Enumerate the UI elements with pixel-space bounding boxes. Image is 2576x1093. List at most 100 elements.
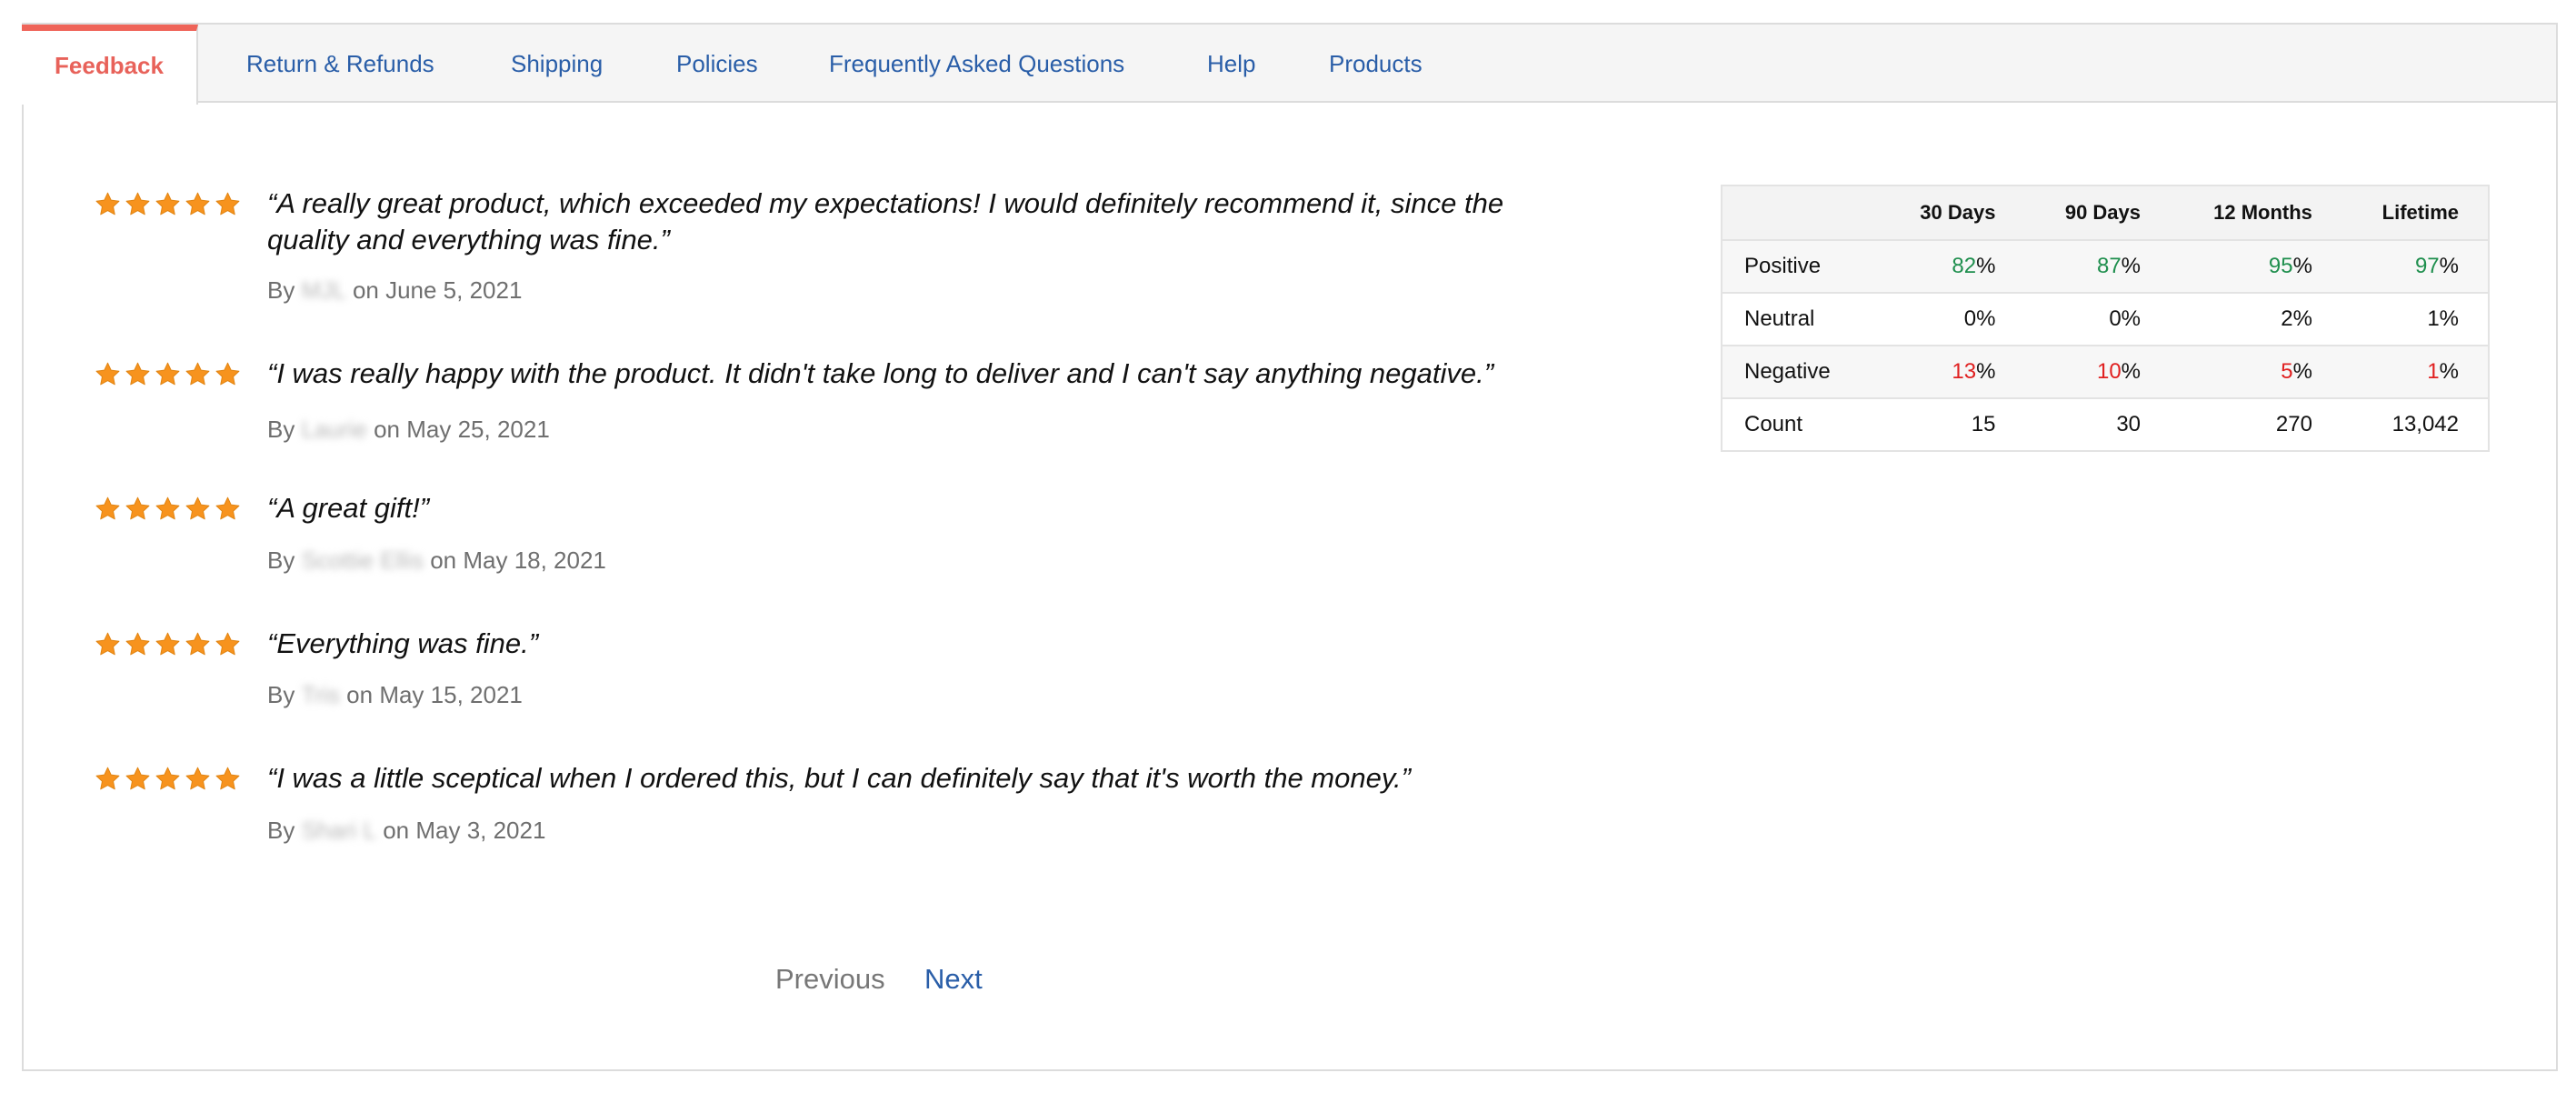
stats-row-negative: Negative 13% 10% 5% 1%: [1722, 346, 2489, 399]
previous-page-button[interactable]: Previous: [775, 961, 885, 998]
by-prefix: By: [267, 276, 295, 304]
stats-cell: 95%: [2170, 240, 2341, 294]
stats-cell: 10%: [2024, 346, 2171, 399]
star-rating: [95, 496, 241, 522]
stats-cell: 2%: [2170, 293, 2341, 346]
review-quote: “I was really happy with the product. It…: [267, 357, 1494, 389]
stats-cell: 97%: [2341, 240, 2489, 294]
star-icon: [215, 632, 240, 656]
review-date: on May 3, 2021: [383, 817, 546, 844]
star-icon: [185, 767, 210, 790]
stats-cell: 87%: [2024, 240, 2171, 294]
stats-header-12-months: 12 Months: [2170, 186, 2341, 241]
tab-feedback[interactable]: Feedback: [22, 25, 198, 105]
star-rating: [95, 191, 241, 217]
stats-header-blank: [1722, 186, 1880, 241]
star-icon: [185, 496, 210, 520]
negative-value: 5: [2281, 359, 2293, 384]
percent-sign: %: [2121, 359, 2142, 384]
by-prefix: By: [267, 416, 295, 443]
by-prefix: By: [267, 546, 295, 574]
author-name-redacted: Shari L: [301, 817, 376, 844]
author-name-redacted: Laurie: [301, 416, 367, 443]
stats-header-row: 30 Days 90 Days 12 Months Lifetime: [1722, 186, 2489, 241]
percent-sign: %: [1976, 254, 1996, 278]
author-name-redacted: Scottie Ellis: [301, 546, 424, 574]
review-quote: “I was a little sceptical when I ordered…: [267, 762, 1411, 794]
feedback-panel: Feedback Return & Refunds Shipping Polic…: [22, 23, 2558, 1071]
percent-sign: %: [2121, 254, 2142, 278]
stats-header-30-days: 30 Days: [1879, 186, 2025, 241]
review-date: on May 25, 2021: [374, 416, 550, 443]
star-icon: [95, 496, 120, 520]
author-name-redacted: Tris: [301, 681, 340, 708]
stats-cell: 0%: [1879, 293, 2025, 346]
review-quote: “Everything was fine.”: [267, 627, 539, 659]
stats-row-positive: Positive 82% 87% 95% 97%: [1722, 240, 2489, 294]
stats-row-count: Count 15 30 270 13,042: [1722, 398, 2489, 452]
tab-bar: Feedback Return & Refunds Shipping Polic…: [22, 25, 2556, 105]
stats-row-label: Count: [1722, 398, 1880, 452]
stats-cell: 82%: [1879, 240, 2025, 294]
review-byline: By Scottie Ellis on May 18, 2021: [267, 546, 606, 575]
star-icon: [155, 496, 180, 520]
review-byline: By Laurie on May 25, 2021: [267, 416, 550, 444]
tab-help[interactable]: Help: [1207, 25, 1255, 103]
star-icon: [125, 362, 150, 386]
stats-cell: 0%: [2024, 293, 2171, 346]
percent-sign: %: [2439, 359, 2459, 384]
stats-cell: 30: [2024, 398, 2171, 452]
star-icon: [125, 192, 150, 216]
stats-cell: 5%: [2170, 346, 2341, 399]
stats-row-label: Negative: [1722, 346, 1880, 399]
star-icon: [125, 496, 150, 520]
percent-sign: %: [2439, 254, 2459, 278]
stats-header-lifetime: Lifetime: [2341, 186, 2489, 241]
review-date: on May 15, 2021: [346, 681, 523, 708]
star-icon: [185, 192, 210, 216]
by-prefix: By: [267, 681, 295, 708]
review-byline: By Tris on May 15, 2021: [267, 681, 523, 709]
stats-cell: 13,042: [2341, 398, 2489, 452]
tab-products[interactable]: Products: [1329, 25, 1423, 103]
star-icon: [155, 767, 180, 790]
star-rating: [95, 631, 241, 657]
stats-row-label: Positive: [1722, 240, 1880, 294]
stats-row-label: Neutral: [1722, 293, 1880, 346]
star-icon: [95, 767, 120, 790]
star-rating: [95, 361, 241, 387]
star-icon: [95, 192, 120, 216]
star-icon: [95, 632, 120, 656]
percent-sign: %: [2292, 254, 2312, 278]
star-icon: [125, 632, 150, 656]
star-icon: [185, 632, 210, 656]
next-page-button[interactable]: Next: [924, 961, 983, 998]
positive-value: 95: [2268, 254, 2293, 278]
stats-cell: 270: [2170, 398, 2341, 452]
review-date: on May 18, 2021: [430, 546, 606, 574]
stats-cell: 1%: [2341, 346, 2489, 399]
star-icon: [125, 767, 150, 790]
star-icon: [155, 362, 180, 386]
stats-cell: 13%: [1879, 346, 2025, 399]
tab-policies[interactable]: Policies: [676, 25, 758, 103]
negative-value: 13: [1952, 359, 1977, 384]
stats-cell: 1%: [2341, 293, 2489, 346]
tab-return-refunds[interactable]: Return & Refunds: [246, 25, 434, 103]
positive-value: 82: [1952, 254, 1977, 278]
stats-row-neutral: Neutral 0% 0% 2% 1%: [1722, 293, 2489, 346]
tab-faq[interactable]: Frequently Asked Questions: [829, 25, 1124, 103]
review-byline: By Shari L on May 3, 2021: [267, 817, 545, 845]
positive-value: 97: [2414, 254, 2440, 278]
star-icon: [95, 362, 120, 386]
review-date: on June 5, 2021: [352, 276, 523, 304]
negative-value: 1: [2427, 359, 2440, 384]
tab-shipping[interactable]: Shipping: [511, 25, 603, 103]
star-icon: [215, 362, 240, 386]
stats-cell: 15: [1879, 398, 2025, 452]
star-icon: [215, 496, 240, 520]
percent-sign: %: [1976, 359, 1996, 384]
star-icon: [215, 192, 240, 216]
review-quote: “A really great product, which exceeded …: [267, 187, 1504, 256]
feedback-stats-table: 30 Days 90 Days 12 Months Lifetime Posit…: [1721, 185, 2490, 452]
